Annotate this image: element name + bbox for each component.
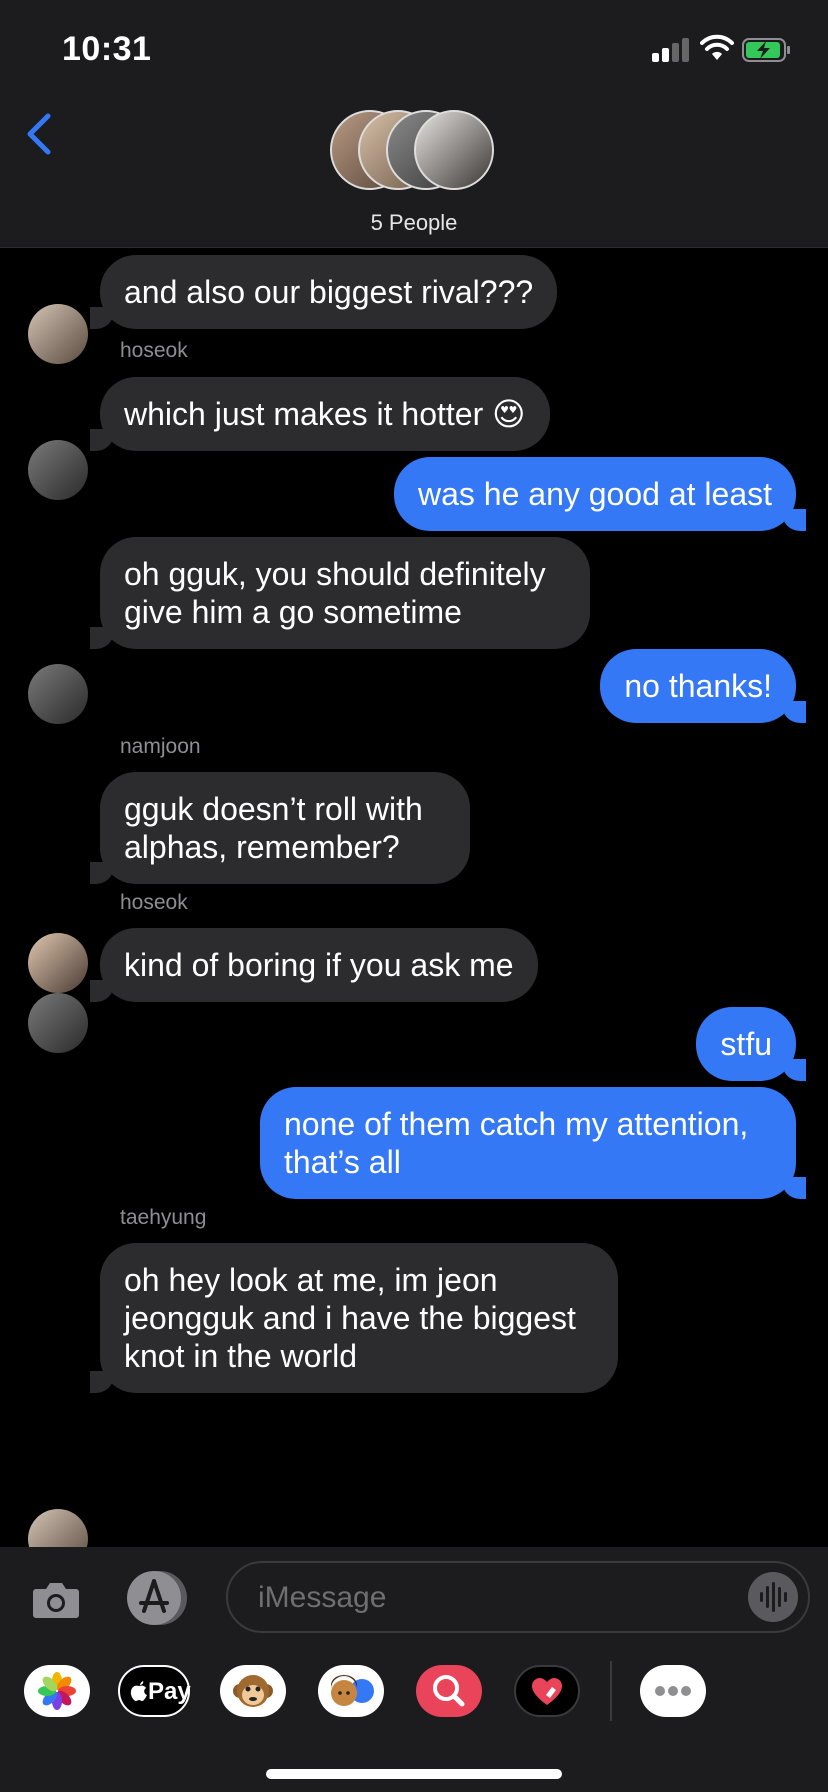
avatar[interactable] [28, 440, 88, 500]
group-avatars[interactable] [330, 110, 500, 196]
avatar[interactable] [28, 1509, 88, 1547]
memoji-stickers-app-icon[interactable] [318, 1665, 384, 1717]
back-chevron-icon[interactable] [24, 112, 54, 156]
battery-charging-icon [742, 38, 790, 62]
compose-bar: iMessage Pay [0, 1547, 828, 1792]
image-search-app-icon[interactable] [416, 1665, 482, 1717]
audio-waveform-icon[interactable] [748, 1572, 798, 1622]
incoming-message[interactable]: which just makes it hotter 😍 [90, 377, 550, 451]
outgoing-message[interactable]: no thanks! [600, 649, 806, 723]
apple-pay-label: Pay [148, 1678, 191, 1705]
app-store-icon[interactable] [124, 1567, 190, 1629]
outgoing-message[interactable]: was he any good at least [393, 457, 807, 531]
ellipsis-icon [655, 1686, 691, 1696]
sender-name: namjoon [120, 735, 201, 758]
app-drawer: Pay [0, 1657, 828, 1737]
incoming-message[interactable]: oh gguk, you should definitely give him … [90, 537, 590, 649]
message-input-placeholder: iMessage [258, 1581, 387, 1614]
apple-logo-icon [130, 1681, 147, 1701]
avatar[interactable] [28, 664, 88, 724]
status-time: 10:31 [62, 30, 152, 68]
photos-app-icon[interactable] [24, 1665, 90, 1717]
incoming-message[interactable]: gguk doesn’t roll with alphas, remember? [90, 772, 470, 884]
apple-pay-app-icon[interactable]: Pay [118, 1665, 191, 1717]
incoming-message[interactable]: and also our biggest rival??? [89, 255, 558, 329]
status-bar: 10:31 [0, 0, 828, 100]
digital-touch-app-icon[interactable] [514, 1665, 580, 1717]
cellular-signal-icon [652, 38, 692, 62]
sender-name: taehyung [120, 1206, 207, 1229]
avatar[interactable] [28, 993, 88, 1053]
wifi-icon [700, 34, 734, 60]
avatar[interactable] [28, 933, 88, 993]
camera-icon[interactable] [30, 1573, 82, 1625]
avatar [414, 110, 494, 190]
sender-name: hoseok [120, 891, 188, 914]
animoji-app-icon[interactable] [220, 1665, 286, 1717]
sender-name: hoseok [120, 339, 188, 362]
more-apps-button[interactable] [640, 1665, 706, 1717]
group-member-count[interactable]: 5 People [0, 210, 828, 236]
message-input[interactable]: iMessage [226, 1561, 810, 1633]
avatar[interactable] [28, 304, 88, 364]
incoming-message[interactable]: kind of boring if you ask me [90, 928, 538, 1002]
incoming-message[interactable]: oh hey look at me, im jeon jeongguk and … [90, 1243, 618, 1393]
message-thread[interactable]: taehyung and also our biggest rival??? h… [0, 247, 828, 1547]
outgoing-message[interactable]: stfu [696, 1007, 806, 1081]
app-drawer-divider [610, 1661, 612, 1721]
outgoing-message[interactable]: none of them catch my attention, that’s … [260, 1087, 806, 1199]
home-indicator[interactable] [266, 1769, 562, 1779]
